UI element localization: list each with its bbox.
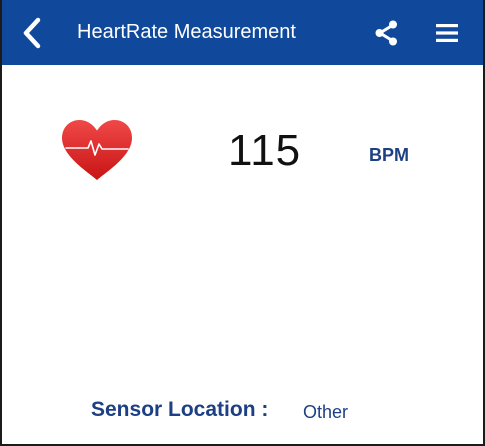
page-title: HeartRate Measurement bbox=[77, 21, 296, 43]
heart-rate-unit: BPM bbox=[369, 145, 409, 165]
back-button[interactable] bbox=[14, 14, 50, 52]
sensor-location-label: Sensor Location : bbox=[91, 398, 269, 421]
sensor-location-value: Other bbox=[303, 402, 349, 422]
share-icon bbox=[375, 20, 397, 46]
heart-pulse-icon bbox=[60, 118, 134, 182]
window-frame bbox=[0, 0, 485, 446]
app-bar: HeartRate Measurement bbox=[0, 0, 485, 65]
heart-rate-value: 115 bbox=[228, 126, 302, 175]
share-button[interactable] bbox=[372, 18, 402, 48]
menu-button[interactable] bbox=[432, 20, 462, 46]
hamburger-menu-icon bbox=[436, 24, 458, 42]
chevron-left-icon bbox=[23, 17, 41, 49]
